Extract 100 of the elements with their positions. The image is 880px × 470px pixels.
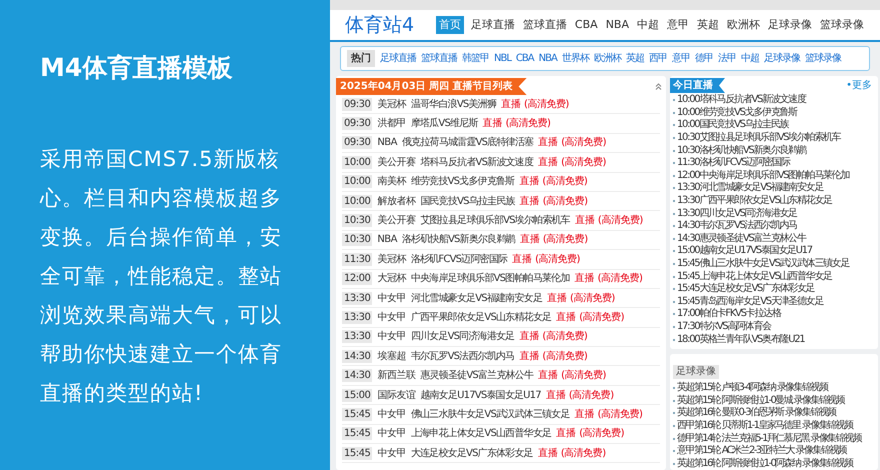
match-link[interactable]: 维劳竞技VS戈多伊克鲁斯 — [410, 174, 514, 190]
live-item-link[interactable]: 15:45上海申花上体女足VS山西普华女足 — [677, 270, 832, 283]
live-item-link[interactable]: 13:30河北雪城豪女足VS福建南安女足 — [677, 182, 824, 194]
quality-label: (高清免费) — [542, 330, 588, 344]
video-item-link[interactable]: 英超第16轮 曼联0-3伯恩茅斯 录像集锦视频 — [677, 407, 836, 420]
live-link[interactable]: 直播 — [519, 348, 540, 364]
match-link[interactable]: 洛杉矶快船VS新奥尔良鹈鹕 — [402, 232, 515, 248]
live-link[interactable]: 直播 — [547, 290, 568, 306]
nav-tab[interactable]: CBA — [574, 16, 599, 34]
match-link[interactable]: 洛杉矶FCVS迈阿密国际 — [410, 252, 508, 267]
live-item-link[interactable]: 13:30四川女足VS同济海港女足 — [677, 208, 797, 220]
live-item-link[interactable]: 10:30艾图拉县足球俱乐部VS埃尔帕索机车 — [677, 132, 840, 144]
hot-link[interactable]: 德甲 — [694, 51, 713, 66]
live-link[interactable]: 直播 — [538, 368, 558, 384]
live-item-link[interactable]: 14:30惠灵顿圣徒VS富兰克林公牛 — [677, 232, 806, 245]
live-link[interactable]: 直播 — [520, 194, 540, 209]
match-link[interactable]: 韦尔瓦罗VS法西尔凯内马 — [410, 348, 514, 364]
live-item-link[interactable]: 12:00中央海岸足球俱乐部VS图帕帕马莱伦加 — [677, 170, 850, 182]
live-link[interactable]: 直播 — [546, 388, 566, 403]
live-link[interactable]: 直播 — [482, 116, 503, 132]
match-link[interactable]: 大连足校女足VS广东体彩女足 — [410, 446, 533, 461]
quality-label: (高清免费) — [542, 194, 588, 209]
live-link[interactable]: 直播 — [556, 310, 576, 325]
hot-link[interactable]: 篮球直播 — [421, 51, 457, 66]
hot-link[interactable]: 足球直播 — [380, 51, 416, 66]
hot-link[interactable]: 西甲 — [648, 51, 667, 66]
nav-tab[interactable]: 篮球直播 — [522, 16, 568, 34]
hot-link[interactable]: NBA — [538, 51, 557, 66]
live-item-link[interactable]: 17:30特尔VS高阿体育会 — [677, 320, 771, 333]
live-link[interactable]: 直播 — [556, 426, 576, 442]
match-link[interactable]: 中央海岸足球俱乐部VS图帕帕马莱伦加 — [410, 271, 570, 286]
live-link[interactable]: 直播 — [520, 232, 540, 248]
live-item-link[interactable]: 15:00越南女足U17VS泰国女足U17 — [677, 245, 812, 258]
match-link[interactable]: 国民竞技VS乌拉圭民族 — [420, 194, 515, 209]
nav-tab[interactable]: 意甲 — [666, 16, 690, 34]
live-link[interactable]: 直播 — [574, 271, 595, 286]
nav-tab[interactable]: 英超 — [696, 16, 720, 34]
match-link[interactable]: 广西平果郎依女足VS山东精花女足 — [410, 310, 552, 325]
match-link[interactable]: 上海申花上体女足VS山西普华女足 — [410, 426, 552, 442]
video-item-link[interactable]: 英超第16轮 阿斯顿维拉1-0阿森纳 录像集锦视频 — [677, 458, 852, 470]
nav-tab[interactable]: 足球直播 — [470, 16, 516, 34]
live-item-link[interactable]: 11:30洛杉矶FCVS迈阿密国际 — [677, 157, 790, 170]
live-link[interactable]: 直播 — [574, 406, 595, 422]
video-item-link[interactable]: 意甲第15轮 AC米兰2-3亚特兰大 录像集锦视频 — [677, 445, 846, 458]
live-item-link[interactable]: 17:00帕伯卡FKVS卡拉达格 — [677, 308, 781, 320]
live-item-link[interactable]: 10:00维劳竞技VS戈多伊克鲁斯 — [677, 106, 797, 119]
live-link[interactable]: 直播 — [512, 252, 532, 267]
video-item-link[interactable]: 西甲第16轮 贝蒂斯1-1皇家马德里 录像集锦视频 — [677, 420, 852, 432]
live-link[interactable]: 直播 — [538, 135, 558, 150]
live-item-link[interactable]: 18:00英格兰青年队VS奥布隆U21 — [677, 334, 804, 346]
match-link[interactable]: 塔科马反抗者VS新波文速度 — [420, 154, 534, 170]
hot-link[interactable]: 韩篮甲 — [462, 51, 489, 66]
match-link[interactable]: 摩塔瓜VS维尼斯 — [410, 116, 478, 132]
live-item-link[interactable]: 13:30广西平果郎依女足VS山东精花女足 — [677, 195, 832, 208]
hot-link[interactable]: 法甲 — [718, 51, 736, 66]
match-link[interactable]: 艾图拉县足球俱乐部VS埃尔帕索机车 — [420, 213, 570, 228]
nav-tab[interactable]: 篮球录像 — [819, 16, 865, 34]
match-link[interactable]: 俄克拉荷马城雷霆VS底特律活塞 — [402, 135, 534, 150]
nav-tab[interactable]: 中超 — [636, 16, 660, 34]
match-time: 10:30 — [342, 233, 372, 246]
match-link[interactable]: 四川女足VS同济海港女足 — [410, 329, 514, 344]
video-item-link[interactable]: 英超第15轮 阿斯顿维拉1-0曼城 录像集锦视频 — [677, 394, 844, 407]
hot-label: 热门 — [347, 50, 375, 67]
quality-label: (高清免费) — [598, 272, 642, 286]
live-item-link[interactable]: 14:30韦尔瓦罗VS法西尔凯内马 — [677, 220, 797, 232]
live-link[interactable]: 直播 — [538, 446, 558, 461]
hot-link[interactable]: 足球录像 — [764, 51, 800, 66]
hot-link[interactable]: 中超 — [740, 51, 759, 66]
match-link[interactable]: 河北雪城豪女足VS福建南安女足 — [410, 290, 542, 306]
hot-link[interactable]: 欧洲杯 — [594, 51, 621, 66]
hot-link[interactable]: 世界杯 — [562, 51, 589, 66]
match-link[interactable]: 佛山三水肤牛女足VS武汉武体三镇女足 — [410, 406, 570, 422]
hot-link[interactable]: 意甲 — [672, 51, 690, 66]
live-item-link[interactable]: 15:45青岛西海岸女足VS天津圣德女足 — [677, 296, 824, 308]
video-item-link[interactable]: 英超第15轮 卢顿3-4阿森纳 录像集锦视频 — [677, 382, 828, 394]
live-item-link[interactable]: 15:45佛山三水肤牛女足VS武汉武体三镇女足 — [677, 258, 850, 270]
hot-link[interactable]: 篮球录像 — [804, 51, 841, 66]
live-item-link[interactable]: 10:00国民竞技VS乌拉圭民族 — [677, 119, 788, 132]
collapse-icon[interactable] — [655, 83, 662, 90]
league-name: 南美杯 — [377, 174, 406, 190]
nav-tab[interactable]: 欧洲杯 — [726, 16, 761, 34]
live-link[interactable]: 直播 — [574, 213, 595, 228]
hot-link[interactable]: 英超 — [626, 51, 644, 66]
match-link[interactable]: 惠灵顿圣徒VS富兰克林公牛 — [420, 368, 534, 384]
video-item-link[interactable]: 德甲第14轮 法兰克福5-1拜仁慕尼黑 录像集锦视频 — [677, 432, 861, 445]
match-link[interactable]: 温哥华白浪VS美洲狮 — [410, 96, 496, 112]
more-link[interactable]: •更多 — [846, 78, 872, 93]
live-link[interactable]: 直播 — [538, 154, 558, 170]
live-link[interactable]: 直播 — [501, 96, 522, 112]
match-link[interactable]: 越南女足U17VS泰国女足U17 — [420, 388, 541, 403]
live-item-link[interactable]: 10:00塔科马反抗者VS新波文速度 — [677, 94, 806, 106]
live-item-link[interactable]: 15:45大连足校女足VS广东体彩女足 — [677, 283, 814, 296]
nav-tab[interactable]: NBA — [604, 16, 630, 34]
live-link[interactable]: 直播 — [519, 174, 540, 190]
nav-tab[interactable]: 足球录像 — [767, 16, 813, 34]
hot-link[interactable]: CBA — [516, 51, 534, 66]
live-link[interactable]: 直播 — [519, 329, 540, 344]
hot-link[interactable]: NBL — [494, 51, 511, 66]
live-item-link[interactable]: 10:30洛杉矶快船VS新奥尔良鹈鹕 — [677, 144, 806, 157]
site-logo[interactable]: 体育站4 — [345, 10, 436, 40]
